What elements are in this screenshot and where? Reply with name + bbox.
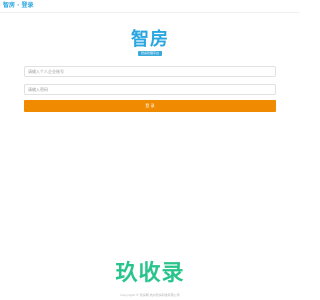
watermark: 玖收录 xyxy=(0,262,300,286)
login-button[interactable]: 登 录 xyxy=(24,100,276,112)
watermark-logo: 玖收录 xyxy=(115,261,185,286)
brand-block: 智房 智房管理平台 xyxy=(0,30,300,56)
brand-logo: 智房 xyxy=(131,29,169,50)
copyright-text: Copyright © 智房网 杭州智房科技有限公司 xyxy=(120,293,180,297)
top-bar: 智房 · 登录 xyxy=(0,0,300,13)
page-header-title: 智房 · 登录 xyxy=(3,2,34,9)
username-input[interactable] xyxy=(24,66,276,77)
login-form: 登 录 xyxy=(24,66,276,112)
password-input[interactable] xyxy=(24,84,276,95)
brand-tag-badge: 智房管理平台 xyxy=(138,51,162,56)
